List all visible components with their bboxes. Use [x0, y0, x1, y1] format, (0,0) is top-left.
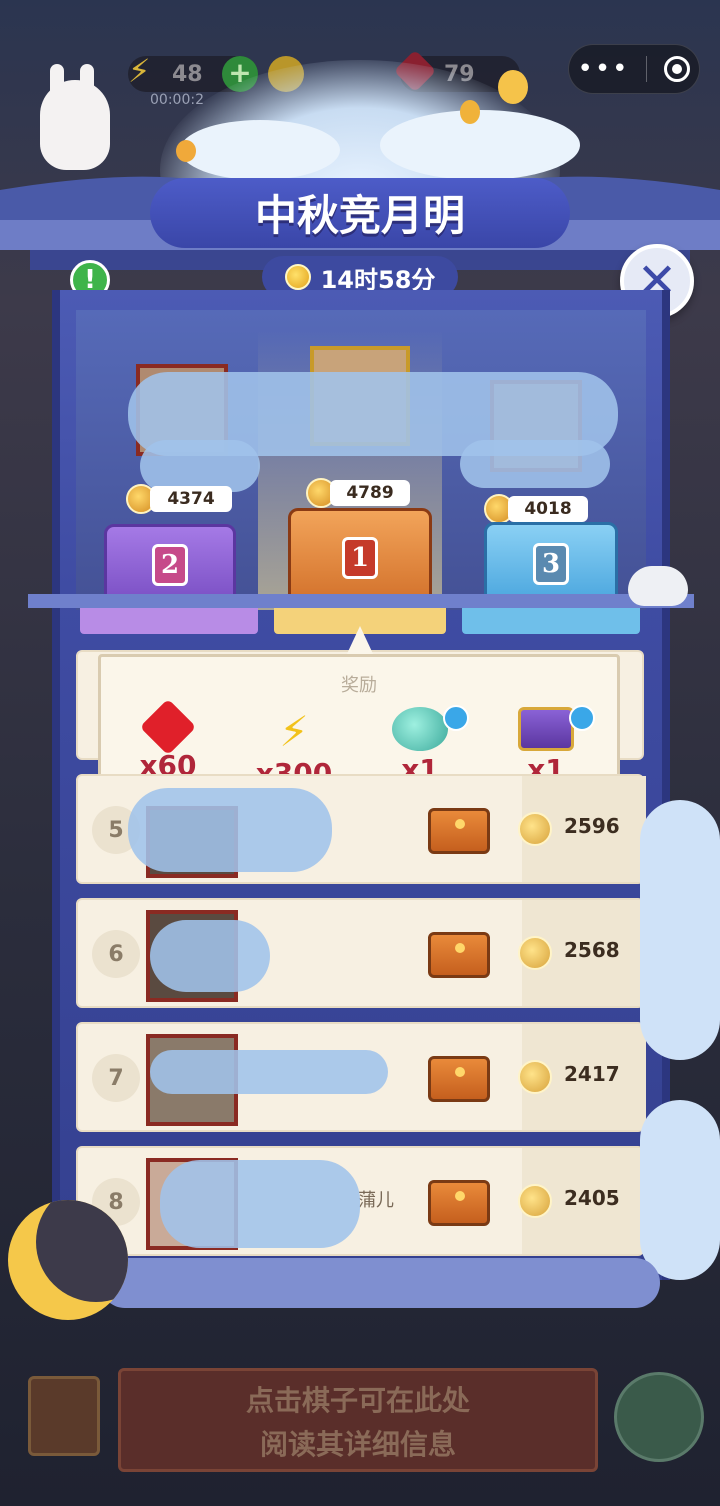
rabbit-decoration — [628, 566, 688, 606]
close-miniprogram-icon[interactable] — [664, 56, 691, 82]
privacy-scribble — [140, 440, 260, 492]
privacy-scribble — [128, 788, 332, 872]
reward-chest-icon[interactable] — [428, 1180, 490, 1226]
cabinet-icon[interactable] — [28, 1376, 100, 1456]
rank-number: 6 — [92, 930, 140, 978]
energy-value: 48 — [172, 61, 203, 87]
lantern-icon — [498, 70, 528, 104]
hint-line-2: 阅读其详细信息 — [259, 1428, 456, 1461]
lightning-hud-icon: ⚡ — [128, 52, 151, 90]
piece-info-hint: 点击棋子可在此处 阅读其详细信息 — [118, 1368, 598, 1472]
mooncake-coin-icon — [518, 1184, 552, 1218]
podium-base-2 — [80, 604, 258, 634]
lightning-icon: ⚡ — [279, 707, 309, 756]
cloud-decoration — [640, 1100, 720, 1280]
cloud-decoration — [100, 1258, 660, 1308]
magnifier-icon[interactable] — [569, 705, 595, 731]
podium-score-3: 4018 — [508, 496, 588, 522]
score-value: 2405 — [564, 1186, 620, 1210]
rabbit-ear-icon — [80, 64, 94, 104]
rank-number: 7 — [92, 1054, 140, 1102]
miniprogram-capsule: ••• — [568, 44, 700, 94]
event-title: 中秋竞月明 — [254, 191, 465, 240]
hint-line-1: 点击棋子可在此处 — [245, 1384, 470, 1417]
podium-score-2: 4374 — [150, 486, 232, 512]
rank-2-badge: 2 — [152, 544, 188, 586]
score-value: 2417 — [564, 1062, 620, 1086]
lantern-icon — [460, 100, 480, 124]
reward-chest-icon[interactable] — [428, 932, 490, 978]
rank-1-chest[interactable]: 1 — [288, 508, 432, 608]
reward-title: 奖励 — [341, 675, 377, 696]
treasure-chest-icon — [518, 707, 574, 751]
privacy-scribble — [160, 1160, 360, 1248]
privacy-scribble — [150, 1050, 388, 1094]
capsule-divider — [646, 56, 648, 82]
reward-chest-icon[interactable] — [428, 808, 490, 854]
magnifier-icon[interactable] — [443, 705, 469, 731]
player-name-fragment: 蒲儿 — [358, 1190, 394, 1211]
reward-popup-pointer — [346, 626, 374, 656]
mooncake-coin-icon — [518, 812, 552, 846]
privacy-scribble — [460, 440, 610, 488]
podium-rail — [28, 594, 694, 608]
reward-item-ruby: x60 — [113, 698, 223, 782]
jade-cloud-icon — [392, 707, 448, 751]
privacy-scribble — [150, 920, 270, 992]
clock-coin-icon — [284, 264, 311, 290]
score-value: 2596 — [564, 814, 620, 838]
cloud-decoration — [640, 800, 720, 1060]
rabbit-ear-icon — [50, 64, 64, 104]
crescent-moon-icon — [8, 1200, 128, 1320]
mooncake-coin-icon — [518, 1060, 552, 1094]
pavilion-shop-icon[interactable] — [614, 1372, 704, 1462]
reward-chest-icon[interactable] — [428, 1056, 490, 1102]
ruby-icon — [139, 698, 197, 756]
rank-3-badge: 3 — [533, 543, 569, 585]
podium-score-1: 4789 — [330, 480, 410, 506]
podium-base-3 — [462, 604, 640, 634]
rank-1-badge: 1 — [342, 537, 378, 579]
lantern-icon — [176, 140, 196, 162]
more-menu-icon[interactable]: ••• — [577, 54, 629, 84]
score-value: 2568 — [564, 938, 620, 962]
mooncake-coin-icon — [518, 936, 552, 970]
